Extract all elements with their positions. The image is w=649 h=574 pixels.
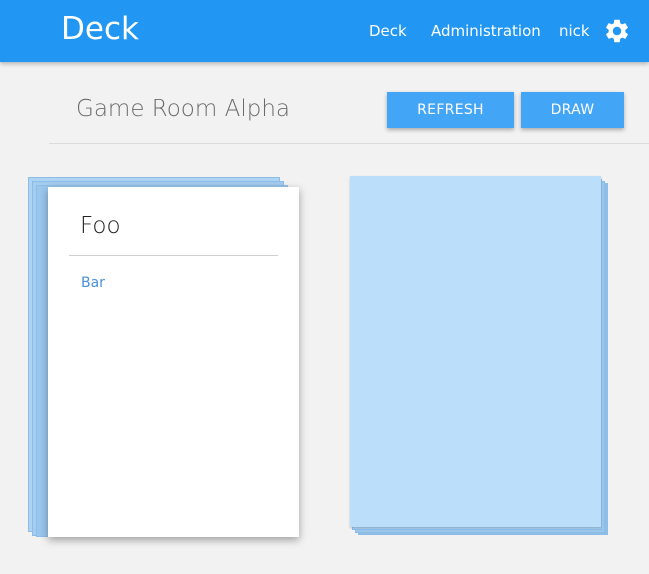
top-app-bar: Deck Deck Administration nick <box>0 0 649 62</box>
refresh-button[interactable]: REFRESH <box>387 92 514 128</box>
draw-button[interactable]: DRAW <box>521 92 624 128</box>
hand-card[interactable]: Foo Bar <box>48 187 299 537</box>
page-title: Game Room Alpha <box>76 96 290 122</box>
draw-deck-top-card[interactable] <box>350 176 601 527</box>
card-divider <box>69 255 278 256</box>
nav-user-link[interactable]: nick <box>559 22 590 40</box>
card-title: Foo <box>80 213 121 239</box>
app-brand[interactable]: Deck <box>61 11 139 47</box>
room-toolbar: Game Room Alpha REFRESH DRAW <box>49 86 649 144</box>
nav-deck-link[interactable]: Deck <box>369 22 407 40</box>
card-body: Bar <box>81 275 105 291</box>
gear-icon[interactable] <box>603 17 631 45</box>
nav-administration-link[interactable]: Administration <box>431 22 541 40</box>
